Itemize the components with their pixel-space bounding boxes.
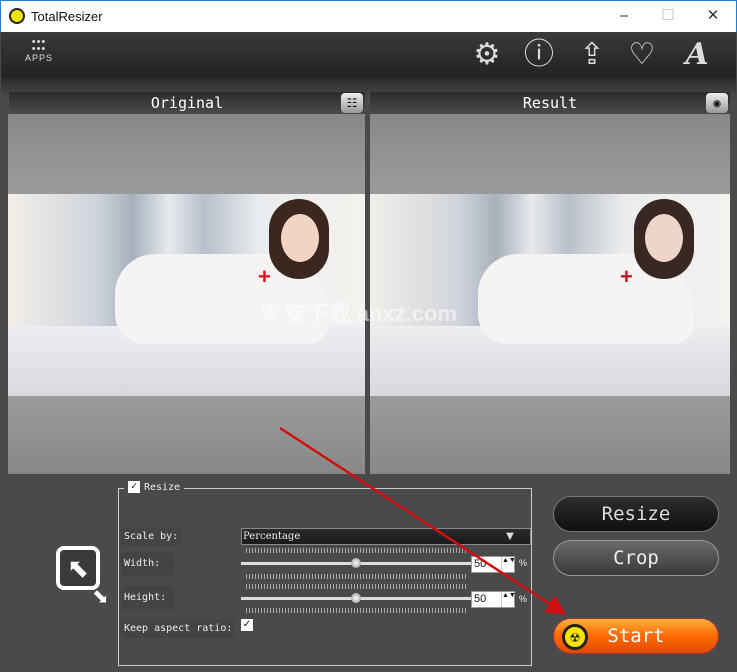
annotation-arrow — [279, 426, 567, 615]
red-arrow-line — [279, 426, 567, 615]
